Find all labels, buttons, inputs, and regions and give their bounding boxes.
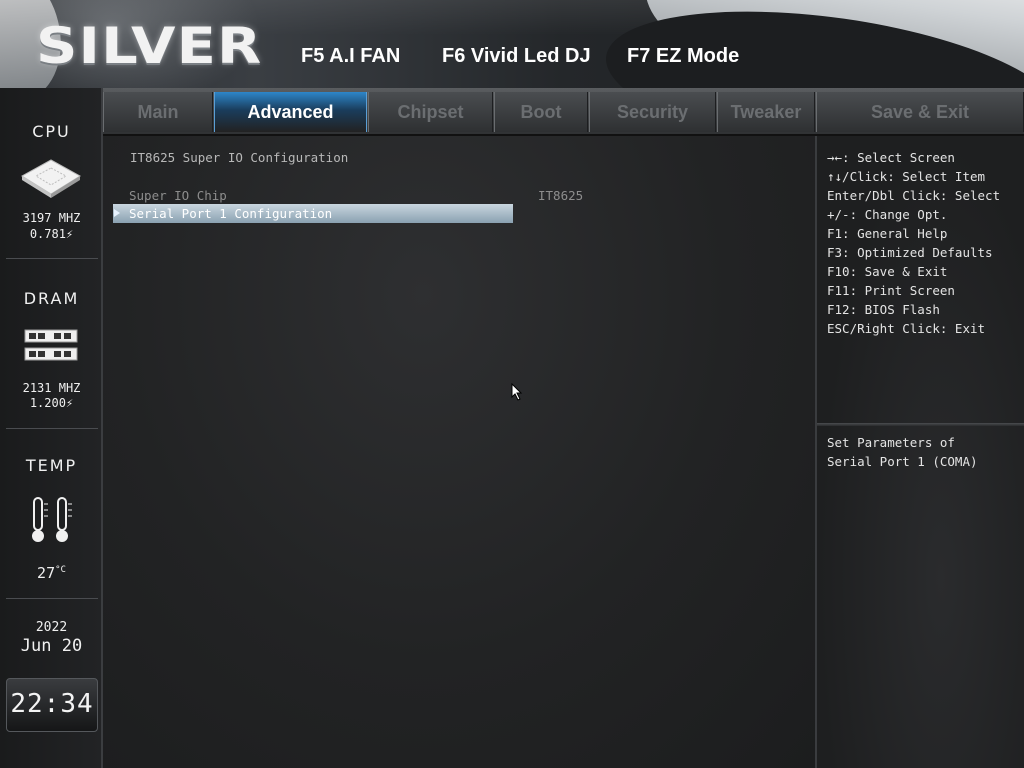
help-key-print-screen: F11: Print Screen <box>827 283 955 298</box>
tab-chipset[interactable]: Chipset <box>368 92 493 132</box>
super-io-chip-value: IT8625 <box>538 188 584 203</box>
dram-voltage-value: 1.200 <box>29 396 66 410</box>
brand-logo: SILVER <box>36 17 263 75</box>
hotkey-ez-mode[interactable]: F7 EZ Mode <box>627 42 739 70</box>
cpu-voltage: 0.781⚡ <box>0 226 103 242</box>
hotkey-ai-fan[interactable]: F5 A.I FAN <box>301 42 400 70</box>
tab-advanced[interactable]: Advanced <box>214 92 367 132</box>
bolt-icon: ⚡ <box>65 227 74 241</box>
clock-time: 22:34 <box>10 689 94 719</box>
tab-boot[interactable]: Boot <box>494 92 588 132</box>
tab-security[interactable]: Security <box>589 92 716 132</box>
help-key-save-exit: F10: Save & Exit <box>827 264 948 279</box>
system-status-sidebar: CPU 3197 MHZ 0.781⚡ DRAM 2131 MHZ 1.200⚡… <box>0 88 103 768</box>
help-key-select-screen: →←: Select Screen <box>827 150 955 165</box>
cpu-chip-icon <box>21 159 81 198</box>
dram-label: DRAM <box>23 289 80 308</box>
help-description-line-2: Serial Port 1 (COMA) <box>827 454 978 469</box>
hotkey-vivid-led-dj[interactable]: F6 Vivid Led DJ <box>442 42 591 70</box>
date-year: 2022 <box>35 620 68 635</box>
super-io-chip-label: Super IO Chip <box>129 188 227 203</box>
dram-module-icon <box>24 329 78 361</box>
help-description-line-1: Set Parameters of <box>827 435 955 450</box>
thermometer-icon <box>32 497 72 542</box>
dram-voltage: 1.200⚡ <box>0 395 103 411</box>
help-key-change-opt: +/-: Change Opt. <box>827 207 948 222</box>
submenu-arrow-icon <box>114 209 120 217</box>
date-month-day: Jun 20 <box>20 636 83 656</box>
help-key-optimized-defaults: F3: Optimized Defaults <box>827 245 993 260</box>
temperature-reading: 27°C <box>0 562 103 581</box>
main-settings-panel: IT8625 Super IO Configuration Super IO C… <box>103 136 815 768</box>
help-panel: →←: Select Screen ↑↓/Click: Select Item … <box>815 136 1024 768</box>
help-key-select: Enter/Dbl Click: Select <box>827 188 1001 203</box>
cpu-frequency: 3197 MHZ <box>22 211 81 225</box>
header-bar: SILVER F5 A.I FAN F6 Vivid Led DJ F7 EZ … <box>0 0 1024 88</box>
cpu-voltage-value: 0.781 <box>29 227 66 241</box>
mouse-pointer-icon <box>511 383 523 401</box>
temperature-value: 27 <box>37 564 56 582</box>
help-key-general-help: F1: General Help <box>827 226 948 241</box>
divider <box>6 598 98 599</box>
tab-bar: Main Advanced Chipset Boot Security Twea… <box>103 88 1024 136</box>
bolt-icon: ⚡ <box>65 396 74 410</box>
serial-port-1-configuration-item[interactable]: Serial Port 1 Configuration <box>113 204 513 223</box>
clock-display: 22:34 <box>6 678 98 732</box>
tab-save-exit[interactable]: Save & Exit <box>816 92 1024 132</box>
temp-label: TEMP <box>25 456 78 475</box>
help-key-bios-flash: F12: BIOS Flash <box>827 302 940 317</box>
help-key-exit: ESC/Right Click: Exit <box>827 321 986 336</box>
cpu-label: CPU <box>32 122 71 141</box>
page-title: IT8625 Super IO Configuration <box>130 150 349 165</box>
tab-tweaker[interactable]: Tweaker <box>717 92 815 132</box>
divider <box>6 428 98 429</box>
help-divider <box>817 423 1024 426</box>
dram-frequency: 2131 MHZ <box>22 381 81 395</box>
divider <box>6 258 98 259</box>
tab-main[interactable]: Main <box>103 92 213 132</box>
temperature-unit: °C <box>55 565 66 575</box>
help-key-select-item: ↑↓/Click: Select Item <box>827 169 986 184</box>
serial-port-1-configuration-label: Serial Port 1 Configuration <box>129 206 333 221</box>
